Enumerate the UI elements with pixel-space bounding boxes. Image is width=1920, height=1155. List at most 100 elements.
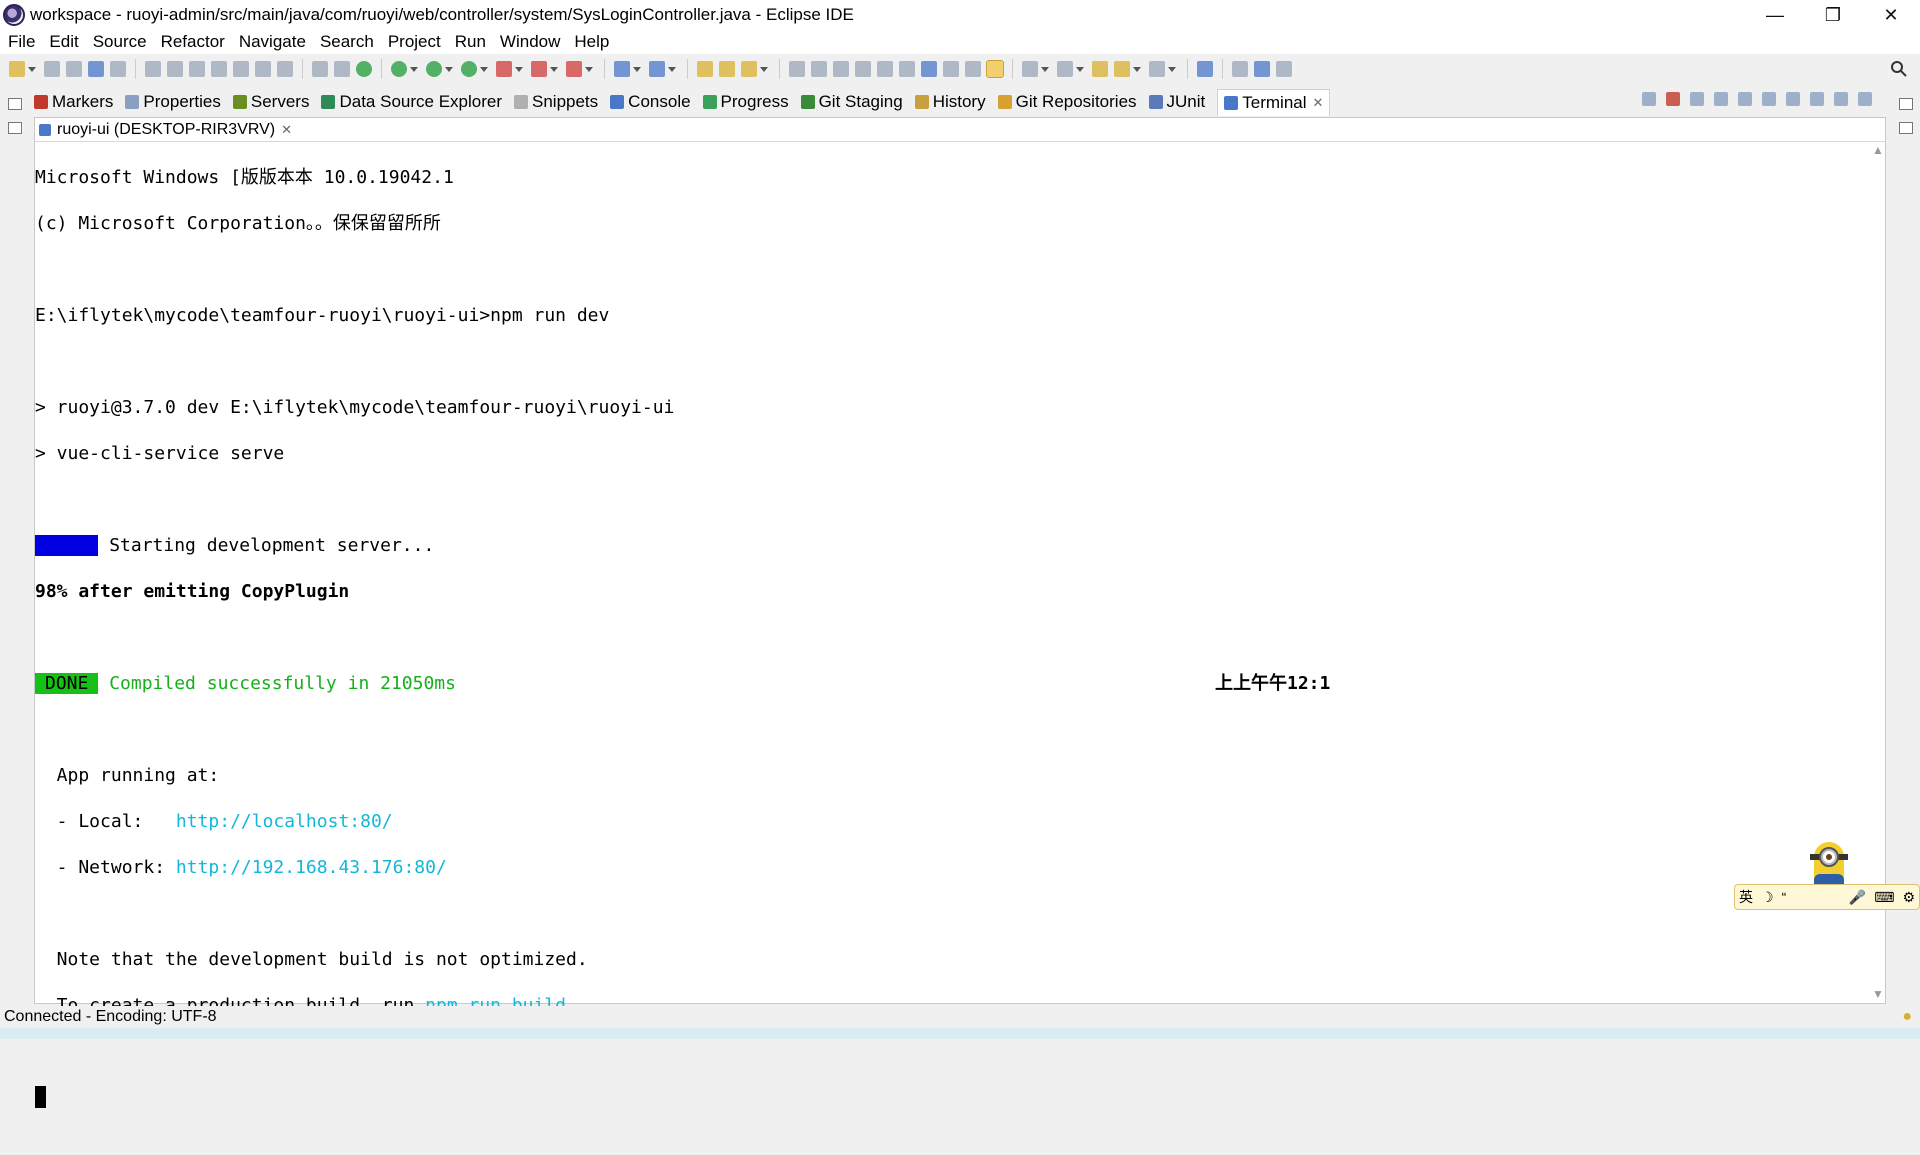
profile-icon[interactable]	[566, 61, 582, 77]
forward-icon[interactable]	[1149, 61, 1165, 77]
outline-view-icon[interactable]	[1899, 122, 1913, 134]
ime-language[interactable]: 英	[1739, 887, 1753, 907]
save-icon[interactable]	[44, 61, 60, 77]
search-dropdown-icon[interactable]	[760, 66, 768, 72]
close-session-icon[interactable]: ✕	[281, 122, 292, 138]
scroll-down-icon[interactable]: ▼	[1872, 988, 1884, 1000]
ime-toolbar[interactable]: 英 ☽ “ 🎤 ⌨ ⚙	[1734, 884, 1920, 910]
disconnect-action-icon[interactable]	[1666, 92, 1680, 106]
moon-icon[interactable]: ☽	[1761, 889, 1774, 906]
minimize-button[interactable]: —	[1746, 0, 1804, 30]
menu-file[interactable]: File	[8, 32, 35, 52]
hierarchy-icon[interactable]	[1254, 61, 1270, 77]
server-icon[interactable]	[356, 61, 372, 77]
tab-history[interactable]: History	[914, 92, 986, 112]
external-tools-dropdown-icon[interactable]	[515, 66, 523, 72]
tab-junit[interactable]: JUnit	[1148, 92, 1205, 112]
restore-button[interactable]: ❐	[1804, 0, 1862, 30]
suspend-icon[interactable]	[167, 61, 183, 77]
open-terminal-action-icon[interactable]	[1642, 92, 1656, 106]
prev-annotation-icon[interactable]	[1057, 61, 1073, 77]
restore-view-icon[interactable]	[8, 98, 22, 110]
tab-progress[interactable]: Progress	[702, 92, 789, 112]
scroll-lock-icon[interactable]	[1690, 92, 1704, 106]
skip-breakpoints-icon[interactable]	[110, 61, 126, 77]
menu-refactor[interactable]: Refactor	[161, 32, 225, 52]
open-terminal-icon[interactable]	[88, 61, 104, 77]
highlight-icon[interactable]	[986, 60, 1004, 78]
toggle-mark-icon[interactable]	[789, 61, 805, 77]
word-wrap-icon[interactable]	[855, 61, 871, 77]
layout-icon[interactable]	[965, 61, 981, 77]
copy-icon[interactable]	[1714, 92, 1728, 106]
open-task-icon[interactable]	[719, 61, 735, 77]
external-tools-icon[interactable]	[496, 61, 512, 77]
tab-snippets[interactable]: Snippets	[514, 92, 598, 112]
punctuation-icon[interactable]: “	[1782, 889, 1787, 905]
new-icon[interactable]	[9, 61, 25, 77]
profile-dropdown-icon[interactable]	[585, 66, 593, 72]
new-java-project-dropdown-icon[interactable]	[633, 66, 641, 72]
use-step-filters-icon[interactable]	[334, 61, 350, 77]
back-icon[interactable]	[1114, 61, 1130, 77]
debug-dropdown-icon[interactable]	[410, 66, 418, 72]
new-java-project-icon[interactable]	[614, 61, 630, 77]
back-dropdown-icon[interactable]	[1133, 66, 1141, 72]
step-into-icon[interactable]	[233, 61, 249, 77]
restore-perspective-icon[interactable]	[1232, 61, 1248, 77]
tab-servers[interactable]: Servers	[232, 92, 309, 112]
web-browser-icon[interactable]	[921, 61, 937, 77]
outline-icon[interactable]	[1276, 61, 1292, 77]
next-annotation-dropdown-icon[interactable]	[1041, 66, 1049, 72]
terminal-output[interactable]: Microsoft Windows [版版本本 10.0.19042.1 (c)…	[35, 143, 1869, 1108]
close-tab-icon[interactable]: ✕	[1313, 95, 1324, 111]
tab-console[interactable]: Console	[610, 92, 691, 112]
search-icon[interactable]	[1890, 60, 1908, 78]
drop-to-frame-icon[interactable]	[312, 61, 328, 77]
maximize-view-icon[interactable]	[1858, 92, 1872, 106]
clear-icon[interactable]	[1762, 92, 1776, 106]
pin-editor-icon[interactable]	[1197, 61, 1213, 77]
local-url-link[interactable]: http://localhost:80/	[176, 811, 393, 832]
stop-dropdown-icon[interactable]	[550, 66, 558, 72]
menu-project[interactable]: Project	[388, 32, 441, 52]
microphone-icon[interactable]: 🎤	[1849, 889, 1866, 906]
forward-dropdown-icon[interactable]	[1168, 66, 1176, 72]
terminal-view[interactable]: ruoyi-ui (DESKTOP-RIR3VRV) ✕ Microsoft W…	[34, 117, 1886, 1108]
tab-markers[interactable]: Markers	[34, 92, 113, 112]
prev-annotation-dropdown-icon[interactable]	[1076, 66, 1084, 72]
view-menu-icon[interactable]	[1810, 92, 1824, 106]
menu-window[interactable]: Window	[500, 32, 560, 52]
menu-source[interactable]: Source	[93, 32, 147, 52]
step-return-icon[interactable]	[277, 61, 293, 77]
last-edit-icon[interactable]	[1092, 61, 1108, 77]
pilcrow-icon[interactable]	[899, 61, 915, 77]
menu-help[interactable]: Help	[574, 32, 609, 52]
open-type-icon[interactable]	[697, 61, 713, 77]
keyboard-icon[interactable]: ⌨	[1874, 889, 1894, 906]
lightbulb-icon[interactable]: ●	[1902, 1008, 1912, 1026]
breadcrumb-icon[interactable]	[811, 61, 827, 77]
network-url-link[interactable]: http://192.168.43.176:80/	[176, 857, 447, 878]
terminal-session-tab[interactable]: ruoyi-ui (DESKTOP-RIR3VRV) ✕	[39, 121, 292, 139]
coverage-icon[interactable]	[461, 61, 477, 77]
paste-icon[interactable]	[1738, 92, 1752, 106]
tab-terminal[interactable]: Terminal ✕	[1217, 88, 1331, 116]
package-explorer-icon[interactable]	[8, 122, 22, 134]
menu-run[interactable]: Run	[455, 32, 486, 52]
disconnect-icon[interactable]	[211, 61, 227, 77]
terminal-scrollbar[interactable]: ▲ ▼	[1869, 143, 1885, 1003]
search-tool-icon[interactable]	[741, 61, 757, 77]
settings-icon[interactable]: ⚙	[1902, 889, 1915, 906]
menu-search[interactable]: Search	[320, 32, 374, 52]
run-icon[interactable]	[426, 61, 442, 77]
new-dropdown-icon[interactable]	[28, 66, 36, 72]
display-selected-icon[interactable]	[1786, 92, 1800, 106]
run-dropdown-icon[interactable]	[445, 66, 453, 72]
whitespace-icon[interactable]	[877, 61, 893, 77]
restore-editor-icon[interactable]	[1899, 98, 1913, 110]
tab-git-repositories[interactable]: Git Repositories	[997, 92, 1137, 112]
resume-icon[interactable]	[145, 61, 161, 77]
menu-edit[interactable]: Edit	[49, 32, 78, 52]
save-all-icon[interactable]	[66, 61, 82, 77]
